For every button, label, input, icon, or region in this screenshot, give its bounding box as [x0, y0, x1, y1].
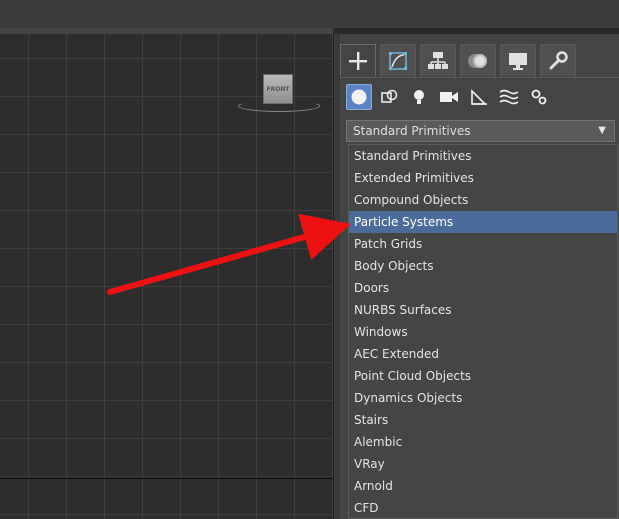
category-spacewarps[interactable]	[496, 84, 522, 110]
category-lights[interactable]	[406, 84, 432, 110]
command-panel-tabs	[340, 44, 580, 78]
chevron-down-icon[interactable]: ▼	[598, 125, 606, 136]
tab-utilities[interactable]	[540, 44, 576, 76]
dropdown-option[interactable]: Compound Objects	[349, 189, 617, 211]
tab-display[interactable]	[500, 44, 536, 76]
tab-modify[interactable]	[380, 44, 416, 76]
dropdown-option[interactable]: Alembic	[349, 431, 617, 453]
category-geometry[interactable]	[346, 84, 372, 110]
dropdown-option[interactable]: Windows	[349, 321, 617, 343]
create-category-bar	[346, 84, 556, 112]
dropdown-option[interactable]: Body Objects	[349, 255, 617, 277]
plus-icon	[349, 51, 367, 70]
sphere-icon	[351, 89, 367, 105]
tape-measure-icon	[471, 89, 487, 105]
dropdown-option[interactable]: Standard Primitives	[349, 145, 617, 167]
viewport-front[interactable]: FRONT	[0, 34, 333, 519]
hierarchy-icon	[428, 51, 448, 69]
bulb-icon	[414, 90, 424, 104]
dropdown-option[interactable]: Particle Systems	[349, 211, 617, 233]
display-monitor-icon	[509, 52, 527, 70]
tab-hierarchy[interactable]	[420, 44, 456, 76]
object-type-dropdown[interactable]: Standard Primitives ▼	[346, 120, 615, 142]
dropdown-option[interactable]: Point Cloud Objects	[349, 365, 617, 387]
viewcube-label: FRONT	[266, 85, 290, 93]
dropdown-option[interactable]: Extended Primitives	[349, 167, 617, 189]
wrench-icon	[549, 50, 568, 69]
top-toolbar	[0, 0, 619, 29]
dropdown-options-list[interactable]: Standard Primitives Extended Primitives Co…	[348, 144, 618, 519]
dropdown-option[interactable]: NURBS Surfaces	[349, 299, 617, 321]
dropdown-option[interactable]: Doors	[349, 277, 617, 299]
category-shapes[interactable]	[376, 84, 402, 110]
tabs-divider	[340, 77, 619, 78]
category-systems[interactable]	[526, 84, 552, 110]
shapes-icon	[381, 89, 398, 103]
dropdown-option[interactable]: AEC Extended	[349, 343, 617, 365]
camera-icon	[440, 92, 458, 102]
dropdown-option[interactable]: Stairs	[349, 409, 617, 431]
wave-icon	[499, 89, 519, 105]
dropdown-option[interactable]: CFD	[349, 497, 617, 518]
tab-motion[interactable]	[460, 44, 496, 76]
category-helpers[interactable]	[466, 84, 492, 110]
dropdown-option[interactable]: Patch Grids	[349, 233, 617, 255]
category-cameras[interactable]	[436, 84, 462, 110]
command-panel: Standard Primitives ▼ Standard Primitive…	[340, 34, 619, 519]
viewport-horizon-line	[0, 478, 333, 479]
gears-icon	[531, 89, 547, 105]
tab-create[interactable]	[340, 44, 376, 76]
dropdown-option[interactable]: VRay	[349, 453, 617, 475]
viewcube-compass-ring[interactable]	[238, 100, 320, 112]
motion-icon	[468, 53, 487, 68]
dropdown-option[interactable]: Arnold	[349, 475, 617, 497]
dropdown-option[interactable]: Dynamics Objects	[349, 387, 617, 409]
dropdown-selected-value: Standard Primitives	[353, 124, 471, 138]
modify-curve-icon	[389, 51, 407, 70]
